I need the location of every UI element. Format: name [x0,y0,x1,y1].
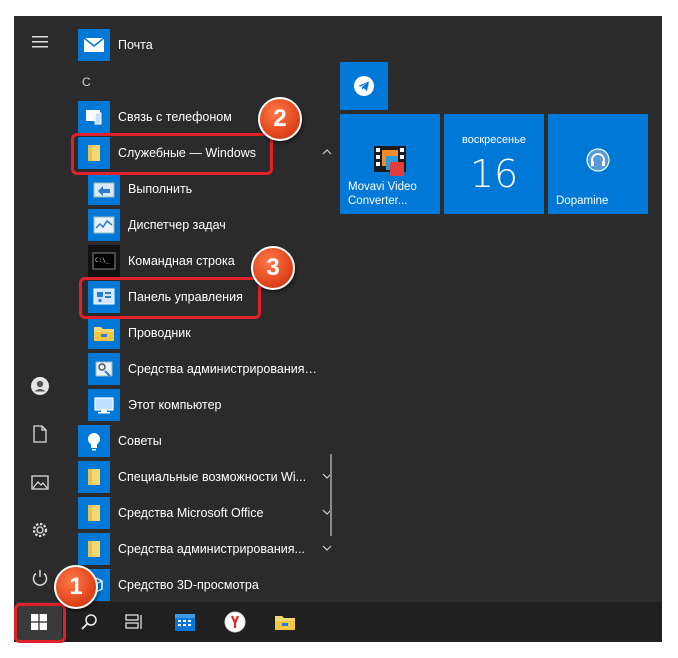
app-this-pc[interactable]: Этот компьютер [88,387,338,423]
folder-icon [78,461,110,493]
app-label: Советы [118,434,162,448]
app-accessibility-folder[interactable]: Специальные возможности Wi... [78,459,338,495]
app-3d-viewer[interactable]: Средство 3D-просмотра [78,567,338,603]
taskbar [14,602,662,642]
tile-movavi[interactable]: Movavi Video Converter... [340,114,440,214]
file-explorer-button[interactable] [262,602,308,642]
step-badge-1: 1 [54,565,98,609]
task-view-icon [125,614,142,629]
menu-hamburger-icon[interactable] [14,22,66,62]
yandex-browser-button[interactable] [212,602,258,642]
svg-text:C:\_: C:\_ [95,257,110,264]
app-label: Диспетчер задач [128,218,226,232]
app-run[interactable]: Выполнить [88,171,338,207]
folder-taskbar-icon [275,616,295,630]
start-rail [14,16,66,602]
app-admin-tools-windows[interactable]: Средства администрирования Wi... [88,351,338,387]
movavi-icon [374,146,406,176]
app-label: Средства администрирования Wi... [128,362,318,376]
settings-gear-icon[interactable] [14,510,66,550]
app-office-tools-folder[interactable]: Средства Microsoft Office [78,495,338,531]
cmd-icon: C:\_ [88,245,120,277]
tile-label: Movavi Video Converter... [348,181,417,207]
task-view-button[interactable] [112,602,158,642]
app-admin-tools-folder[interactable]: Средства администрирования... [78,531,338,567]
app-file-explorer[interactable]: Проводник [88,315,338,351]
folder-icon [78,533,110,565]
app-label: Проводник [128,326,191,340]
chevron-up-icon[interactable] [322,147,332,157]
tile-dopamine[interactable]: Dopamine [548,114,648,214]
yandex-browser-icon [224,611,246,633]
tile-telegram[interactable] [340,62,388,110]
task-manager-icon [88,209,120,241]
highlight-control-panel [79,277,261,319]
highlight-windows-tools [71,133,273,175]
section-letter[interactable]: С [82,75,91,89]
app-label: Средства администрирования... [118,542,305,556]
chevron-down-icon[interactable] [322,543,332,553]
scrollbar[interactable] [330,454,332,536]
app-label: Выполнить [128,182,193,196]
explorer-icon [88,317,120,349]
admin-tools-icon [88,353,120,385]
step-badge-2: 2 [258,97,302,141]
start-menu-screen: Почта С Связь с телефоном Служебные — Wi… [14,16,662,642]
this-pc-icon [88,389,120,421]
tile-label: Dopamine [556,195,609,207]
documents-icon[interactable] [14,414,66,454]
telegram-icon [354,76,374,96]
calendar-app-button[interactable] [162,602,208,642]
tile-calendar[interactable]: воскресенье 16 [444,114,544,214]
app-label: Этот компьютер [128,398,222,412]
calendar-icon [175,614,195,631]
app-label: Средства Microsoft Office [118,506,264,520]
step-badge-3: 3 [251,246,295,290]
headphones-icon [586,148,610,172]
app-label: Почта [118,38,153,52]
app-task-manager[interactable]: Диспетчер задач [88,207,338,243]
folder-icon [78,497,110,529]
app-mail[interactable]: Почта [78,27,338,63]
highlight-start-button [14,603,66,643]
mail-icon [78,29,110,61]
pictures-icon[interactable] [14,462,66,502]
app-label: Средство 3D-просмотра [118,578,259,592]
user-account-icon[interactable] [14,366,66,406]
calendar-date: 16 [469,152,519,196]
app-tips[interactable]: Советы [78,423,338,459]
tips-icon [78,425,110,457]
app-label: Специальные возможности Wi... [118,470,307,484]
search-icon [81,614,97,630]
phone-link-icon [78,101,110,133]
run-icon [88,173,120,205]
app-command-prompt[interactable]: C:\_ Командная строка [88,243,338,279]
calendar-day: воскресенье [462,134,526,146]
